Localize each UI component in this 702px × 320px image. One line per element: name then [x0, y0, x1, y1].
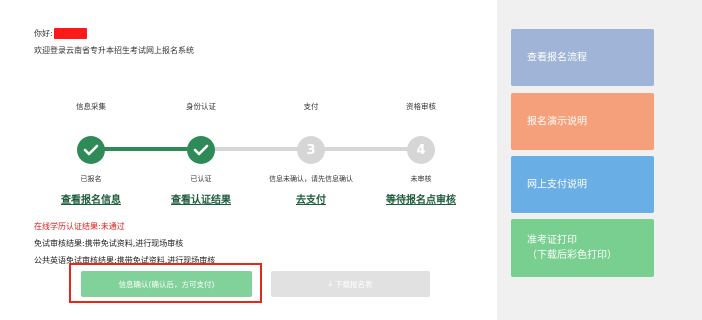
step-number-3: 3 — [306, 142, 316, 158]
card-label: 查看报名流程 — [527, 52, 587, 63]
download-form-button[interactable]: ⤓ 下载报名表 — [271, 271, 430, 297]
step-title-1: 信息采集 — [76, 102, 106, 111]
redacted-username — [53, 28, 87, 39]
card-demo-instructions[interactable]: 报名演示说明 — [511, 93, 654, 150]
card-label: 网上支付说明 — [527, 179, 587, 190]
download-form-label: 下载报名表 — [335, 279, 373, 289]
check-icon — [193, 144, 209, 156]
view-registration-link[interactable]: 查看报名信息 — [36, 191, 146, 206]
card-label: 报名演示说明 — [527, 116, 587, 127]
download-icon: ⤓ — [328, 279, 333, 288]
degree-verification-result: 在线学历认证结果:未通过 — [34, 222, 125, 231]
step-circle-3: 3 — [297, 136, 325, 164]
step-status-3: 信息未确认，请先信息确认 — [269, 175, 353, 183]
greeting-label: 你好: — [34, 29, 53, 38]
card-admission-ticket-print[interactable]: 准考证打印 （下载后彩色打印） — [511, 219, 654, 277]
exemption-review-result: 免试审核结果:携带免试资料,进行现场审核 — [34, 239, 184, 248]
step-status-4: 未审核 — [410, 175, 432, 183]
await-review-link[interactable]: 等待报名点审核 — [366, 191, 476, 206]
step-title-2: 身份认证 — [186, 102, 216, 111]
highlight-box — [69, 263, 262, 303]
step-status-1: 已报名 — [80, 175, 102, 183]
step-status-2: 已认证 — [190, 175, 212, 183]
card-payment-instructions[interactable]: 网上支付说明 — [511, 156, 654, 213]
card-sublabel: （下载后彩色打印） — [527, 250, 617, 261]
step-circle-4: 4 — [407, 136, 435, 164]
progress-line-done — [91, 147, 201, 151]
view-verification-link[interactable]: 查看认证结果 — [146, 191, 256, 206]
step-circle-2 — [187, 136, 215, 164]
card-label: 准考证打印 — [527, 235, 577, 246]
check-icon — [83, 144, 99, 156]
main-panel: 你好: 欢迎登录云南省专升本招生考试网上报名系统 信息采集 身份认证 支付 资格… — [0, 0, 497, 320]
step-circle-1 — [77, 136, 105, 164]
welcome-text: 欢迎登录云南省专升本招生考试网上报名系统 — [34, 46, 194, 55]
step-title-4: 资格审核 — [406, 102, 436, 111]
step-title-3: 支付 — [303, 102, 319, 111]
card-registration-process[interactable]: 查看报名流程 — [511, 29, 654, 86]
step-number-4: 4 — [416, 142, 426, 158]
greeting: 你好: — [34, 28, 87, 39]
go-pay-link[interactable]: 去支付 — [256, 191, 366, 206]
